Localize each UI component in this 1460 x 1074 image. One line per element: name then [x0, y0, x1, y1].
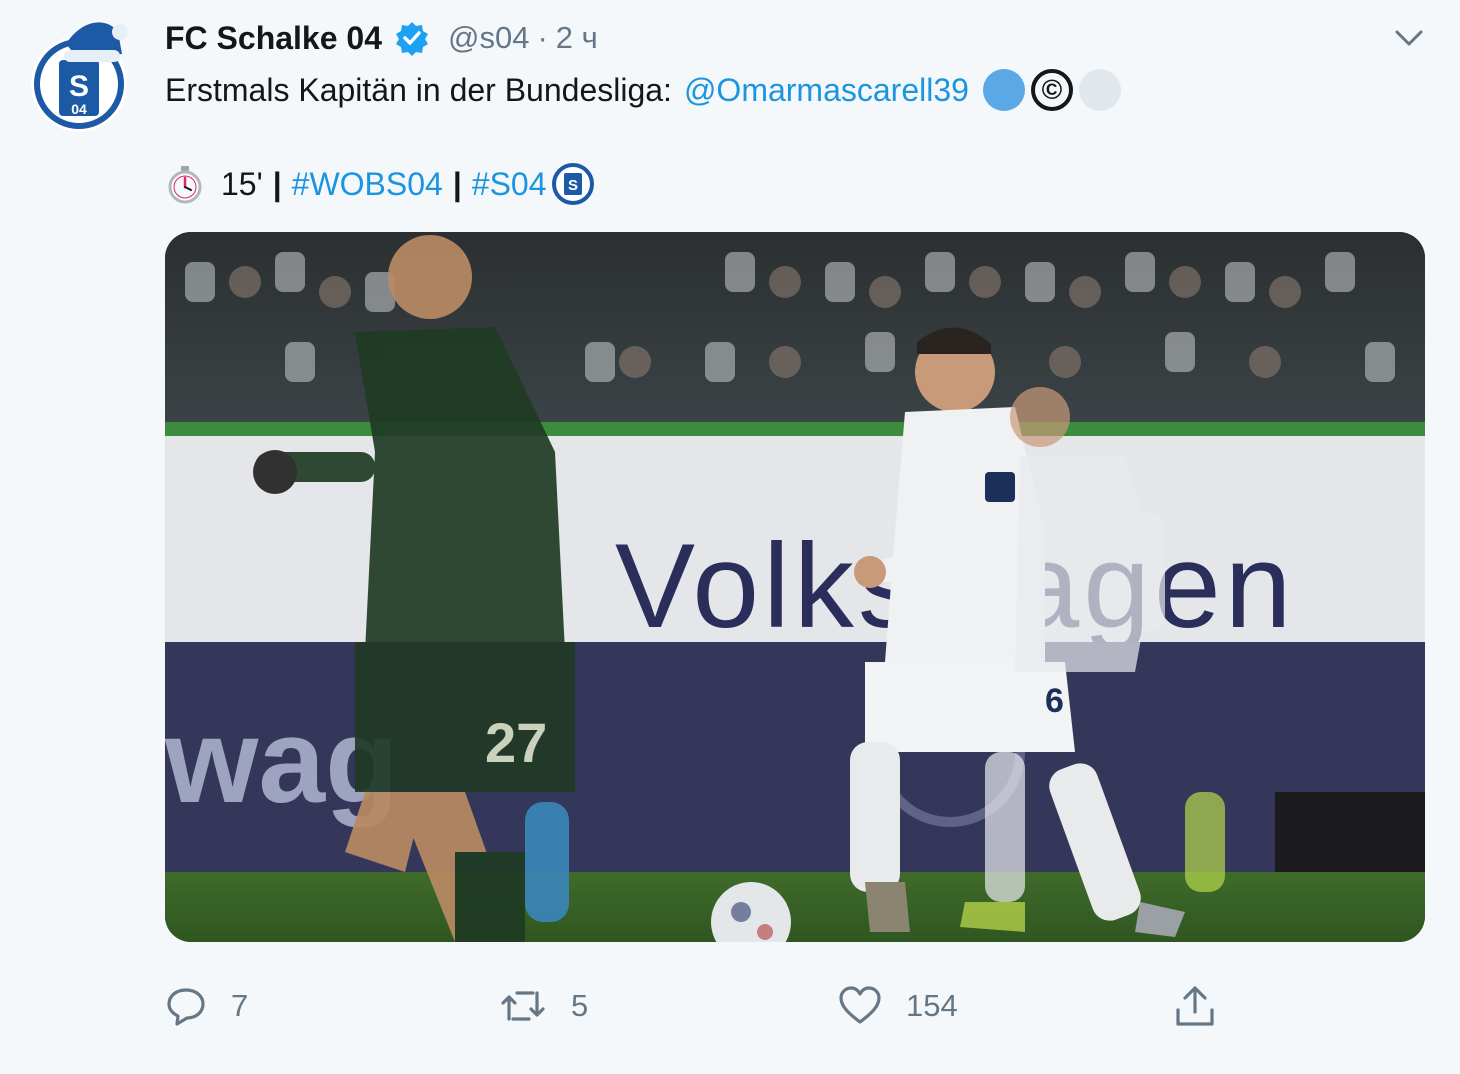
svg-text:6: 6 — [1045, 682, 1064, 720]
display-name[interactable]: FC Schalke 04 — [165, 20, 382, 57]
reply-button[interactable]: 7 — [165, 978, 248, 1034]
blue-circle-emoji-icon — [982, 69, 1025, 111]
chevron-down-icon[interactable] — [1393, 24, 1425, 50]
tweet-photo[interactable]: Volkswagen wag 27 — [165, 232, 1425, 942]
share-icon — [1176, 986, 1214, 1026]
reply-icon — [167, 988, 205, 1026]
retweet-button[interactable]: 5 — [499, 978, 588, 1034]
text-separator: | — [452, 165, 462, 202]
header-separator: · — [537, 20, 548, 55]
tweet[interactable]: S 04 FC Schalke 04 @s04 · 2 ч Erstmals K… — [0, 0, 1460, 1074]
svg-text:S: S — [568, 177, 578, 194]
tweet-header: FC Schalke 04 @s04 · 2 ч — [165, 16, 598, 60]
match-minute: 15' — [221, 165, 263, 202]
hashtag-s04[interactable]: #S04 — [472, 166, 547, 203]
heart-icon — [839, 986, 881, 1024]
timestamp[interactable]: 2 ч — [556, 20, 598, 56]
match-photo: Volkswagen wag 27 — [165, 232, 1425, 942]
verified-badge-icon — [394, 20, 430, 56]
svg-text:S: S — [69, 70, 89, 103]
handle[interactable]: @s04 — [448, 20, 529, 56]
tweet-text-line1: Erstmals Kapitän in der Bundesliga: @Oma… — [165, 66, 1121, 114]
retweet-count: 5 — [571, 988, 589, 1023]
svg-text:04: 04 — [71, 101, 87, 117]
reply-count: 7 — [231, 988, 249, 1023]
share-button[interactable] — [1173, 978, 1217, 1034]
tweet-actions: 7 5 154 — [165, 978, 1265, 1034]
retweet-icon — [501, 991, 545, 1021]
copyright-emoji-icon: © — [1030, 69, 1073, 111]
like-button[interactable]: 154 — [838, 978, 958, 1034]
avatar[interactable]: S 04 — [26, 14, 132, 134]
text-separator: | — [272, 165, 282, 202]
schalke-logo-icon: S 04 — [31, 22, 128, 132]
svg-text:27: 27 — [485, 711, 547, 774]
stopwatch-icon — [168, 166, 202, 204]
mention-link[interactable]: @Omarmascarell39 — [684, 72, 969, 109]
tweet-text-line2: 15' | #WOBS04 | #S04 S — [165, 160, 595, 208]
tweet-text-prefix: Erstmals Kapitän in der Bundesliga: — [165, 71, 672, 108]
white-circle-emoji-icon — [1078, 69, 1121, 111]
like-count: 154 — [906, 988, 958, 1023]
hashtag-wobs04[interactable]: #WOBS04 — [292, 166, 443, 203]
schalke-emoji-icon: S — [551, 163, 594, 205]
